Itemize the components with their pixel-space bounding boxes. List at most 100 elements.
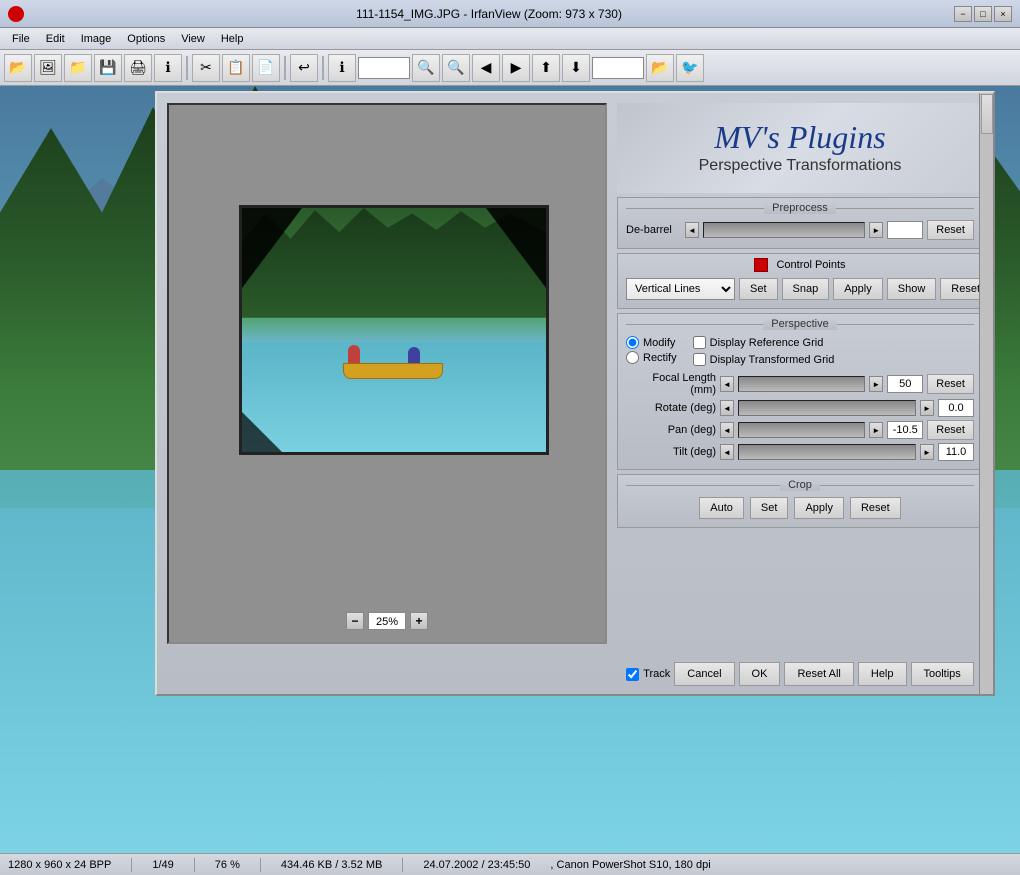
focal-reset-button[interactable]: Reset <box>927 374 974 394</box>
rotate-slider[interactable] <box>738 400 916 416</box>
debarrel-slider-track[interactable] <box>703 222 865 238</box>
debarrel-slider-right[interactable]: ► <box>869 222 883 238</box>
help-button[interactable]: Help <box>858 662 907 686</box>
modify-radio[interactable] <box>626 336 639 349</box>
print-button[interactable]: 🖨 <box>124 54 152 82</box>
focal-value[interactable] <box>887 375 923 393</box>
crop-auto-button[interactable]: Auto <box>699 497 744 519</box>
menu-edit[interactable]: Edit <box>38 31 73 47</box>
cp-row: Vertical Lines Horizontal Lines Set Snap… <box>626 278 974 300</box>
crop-apply-button[interactable]: Apply <box>794 497 844 519</box>
crop-set-button[interactable]: Set <box>750 497 789 519</box>
folder-button[interactable]: 📂 <box>646 54 674 82</box>
display-trans-grid-checkbox[interactable] <box>693 353 706 366</box>
restore-button[interactable]: □ <box>974 6 992 22</box>
focal-right-arrow[interactable]: ► <box>869 376 883 392</box>
pan-right-arrow[interactable]: ► <box>869 422 883 438</box>
status-datetime: 24.07.2002 / 23:45:50 <box>423 859 530 871</box>
track-checkbox[interactable] <box>626 668 639 681</box>
crop-title: Crop <box>626 479 974 491</box>
preprocess-section: Preprocess De-barrel ◄ ► 0 Reset <box>617 197 983 249</box>
pan-slider[interactable] <box>738 422 865 438</box>
last-button[interactable]: ⬇ <box>562 54 590 82</box>
info-button[interactable]: ℹ <box>154 54 182 82</box>
tilt-slider[interactable] <box>738 444 916 460</box>
pan-reset-button[interactable]: Reset <box>927 420 974 440</box>
tilt-right-arrow[interactable]: ► <box>920 444 934 460</box>
nav-input[interactable]: 1/49 <box>592 57 644 79</box>
preview-zoom-controls: − 25% + <box>346 612 428 630</box>
tooltips-button[interactable]: Tooltips <box>911 662 974 686</box>
debarrel-slider-left[interactable]: ◄ <box>685 222 699 238</box>
info2-button[interactable]: ℹ <box>328 54 356 82</box>
perspective-sliders: Focal Length (mm) ◄ ► Reset Rotate (deg)… <box>626 372 974 461</box>
debarrel-reset-button[interactable]: Reset <box>927 220 974 240</box>
focal-slider[interactable] <box>738 376 865 392</box>
bird-button[interactable]: 🐦 <box>676 54 704 82</box>
tilt-left-arrow[interactable]: ◄ <box>720 444 734 460</box>
pan-row: Pan (deg) ◄ ► Reset <box>626 420 974 440</box>
menu-image[interactable]: Image <box>73 31 120 47</box>
cp-snap-button[interactable]: Snap <box>782 278 830 300</box>
crop-buttons-row: Auto Set Apply Reset <box>626 497 974 519</box>
zoom-in-button[interactable]: 🔍 <box>412 54 440 82</box>
rotate-right-arrow[interactable]: ► <box>920 400 934 416</box>
menu-view[interactable]: View <box>173 31 213 47</box>
logo-text: MV's Plugins <box>714 121 885 153</box>
dialog-scrollbar[interactable] <box>979 93 993 694</box>
toolbar: 📂 🖼 📁 💾 🖨 ℹ ✂ 📋 📄 ↩ ℹ 76.0 🔍 🔍 ◀ ▶ ⬆ ⬇ 1… <box>0 50 1020 86</box>
track-label: Track <box>643 668 670 680</box>
dialog-footer: Track Cancel OK Reset All Help Tooltips <box>617 662 983 686</box>
zoom-out-button[interactable]: 🔍 <box>442 54 470 82</box>
first-button[interactable]: ⬆ <box>532 54 560 82</box>
ok-button[interactable]: OK <box>739 662 781 686</box>
display-trans-grid-label: Display Transformed Grid <box>710 354 835 366</box>
minimize-button[interactable]: − <box>954 6 972 22</box>
cp-apply-button[interactable]: Apply <box>833 278 883 300</box>
display-ref-grid-checkbox[interactable] <box>693 336 706 349</box>
save-button[interactable]: 💾 <box>94 54 122 82</box>
logo-subtitle: Perspective Transformations <box>699 157 902 175</box>
crop-reset-button[interactable]: Reset <box>850 497 901 519</box>
cut-button[interactable]: ✂ <box>192 54 220 82</box>
copy-button[interactable]: 📋 <box>222 54 250 82</box>
next-button[interactable]: ▶ <box>502 54 530 82</box>
cp-set-button[interactable]: Set <box>739 278 778 300</box>
pan-left-arrow[interactable]: ◄ <box>720 422 734 438</box>
display-ref-grid-label: Display Reference Grid <box>710 337 824 349</box>
status-nav: 1/49 <box>152 859 173 871</box>
reset-all-button[interactable]: Reset All <box>784 662 853 686</box>
modify-radio-row: Modify <box>626 336 677 349</box>
pan-value[interactable] <box>887 421 923 439</box>
debarrel-value[interactable]: 0 <box>887 221 923 239</box>
cp-title: Control Points <box>776 259 845 271</box>
undo-button[interactable]: ↩ <box>290 54 318 82</box>
zoom-input[interactable]: 76.0 <box>358 57 410 79</box>
window-title: 111-1154_IMG.JPG - IrfanView (Zoom: 973 … <box>24 7 954 21</box>
rotate-left-arrow[interactable]: ◄ <box>720 400 734 416</box>
main-area: − 25% + MV's Plugins Perspective Transfo… <box>0 86 1020 853</box>
toolbar-sep-2 <box>284 56 286 80</box>
rotate-value[interactable] <box>938 399 974 417</box>
menu-help[interactable]: Help <box>213 31 252 47</box>
scroll-thumb[interactable] <box>981 94 993 134</box>
focal-left-arrow[interactable]: ◄ <box>720 376 734 392</box>
preview-zoom-minus-btn[interactable]: + <box>410 612 428 630</box>
browse-button[interactable]: 📁 <box>64 54 92 82</box>
paste-button[interactable]: 📄 <box>252 54 280 82</box>
menu-file[interactable]: File <box>4 31 38 47</box>
open-button[interactable]: 📂 <box>4 54 32 82</box>
rectify-radio[interactable] <box>626 351 639 364</box>
cp-type-select[interactable]: Vertical Lines Horizontal Lines <box>626 278 735 300</box>
status-bar: 1280 x 960 x 24 BPP 1/49 76 % 434.46 KB … <box>0 853 1020 875</box>
close-button[interactable]: × <box>994 6 1012 22</box>
tilt-value[interactable] <box>938 443 974 461</box>
thumbnail-button[interactable]: 🖼 <box>34 54 62 82</box>
preview-zoom-plus-btn[interactable]: − <box>346 612 364 630</box>
cp-show-button[interactable]: Show <box>887 278 937 300</box>
cancel-button[interactable]: Cancel <box>674 662 734 686</box>
status-sep-4 <box>402 858 403 872</box>
display-trans-grid-row: Display Transformed Grid <box>693 353 835 366</box>
menu-options[interactable]: Options <box>119 31 173 47</box>
prev-button[interactable]: ◀ <box>472 54 500 82</box>
